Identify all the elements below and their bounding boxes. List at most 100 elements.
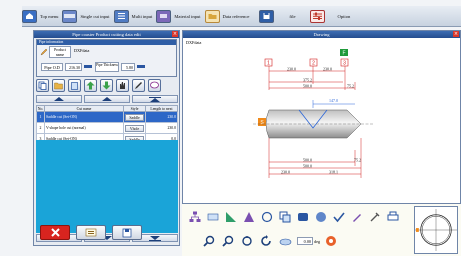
- close-icon[interactable]: ×: [453, 31, 459, 37]
- triangle-up-icon: [54, 97, 64, 101]
- close-icon[interactable]: ×: [172, 31, 178, 37]
- app-window: Top menu Single cut input Multi input Ma…: [0, 0, 461, 256]
- print-button[interactable]: [386, 210, 400, 224]
- table-row[interactable]: 2 V-shape hole cut (normal) Vhole 230.0: [36, 122, 178, 134]
- check-button[interactable]: [332, 210, 346, 224]
- rotate-ccw-icon: [261, 235, 271, 246]
- comment-button[interactable]: [148, 79, 161, 92]
- triangle-bottom-icon: [149, 235, 161, 241]
- cloud-icon: [279, 238, 291, 246]
- home-icon: [22, 9, 37, 23]
- panel-title-bar: Pipe coaster Product cutting data edit ×: [34, 31, 179, 38]
- triangle-ruler-icon: [226, 212, 236, 222]
- open-folder-button[interactable]: [52, 79, 65, 92]
- save-button[interactable]: [112, 225, 142, 240]
- move-up-button[interactable]: [84, 79, 97, 92]
- product-name-value[interactable]: DXFdata: [74, 48, 89, 53]
- dim-row2-a: 375.2: [303, 78, 312, 83]
- copy-view-button[interactable]: [278, 210, 292, 224]
- cut-marker-2[interactable]: 2: [309, 58, 318, 67]
- page-up-button[interactable]: [84, 95, 130, 103]
- hierarchy-button[interactable]: [188, 210, 202, 224]
- cross-section-preview[interactable]: [414, 206, 458, 254]
- dim-bot-row3-b: 318.1: [329, 170, 338, 175]
- insert-button[interactable]: [116, 79, 129, 92]
- pipe-od-stepper[interactable]: [84, 65, 92, 68]
- menu-item-label: Material input: [174, 13, 201, 19]
- cut-view-button[interactable]: [224, 210, 238, 224]
- drawing-title-bar: Drawing ×: [183, 31, 460, 38]
- style-button[interactable]: Vhole: [125, 124, 144, 132]
- paint-button[interactable]: [350, 210, 364, 224]
- zoom-in-button[interactable]: [202, 234, 216, 248]
- s-badge: S: [258, 118, 266, 126]
- fit-view-button[interactable]: [240, 234, 254, 248]
- menu-item-material-input[interactable]: Material input: [156, 8, 201, 25]
- cut-marker-1[interactable]: 1: [264, 58, 273, 67]
- cutting-data-button[interactable]: [76, 225, 106, 240]
- circle-view-button[interactable]: [314, 210, 328, 224]
- view-angle-button[interactable]: [278, 234, 292, 248]
- angle-input[interactable]: 0.00: [297, 237, 313, 245]
- x-icon: [50, 228, 60, 237]
- top-menu-bar: Top menu Single cut input Multi input Ma…: [22, 6, 461, 27]
- rotate-view-button[interactable]: [259, 234, 273, 248]
- dim-row2-end: 75.2: [347, 84, 354, 89]
- edit-toolbar: [36, 79, 164, 93]
- delete-button[interactable]: [40, 225, 70, 240]
- move-down-button[interactable]: [100, 79, 113, 92]
- paste-button[interactable]: [68, 79, 81, 92]
- table-empty-area[interactable]: [36, 140, 178, 233]
- save-icon: [259, 9, 275, 23]
- dim-bot-row1: 500.0: [303, 158, 312, 163]
- shape-button[interactable]: [242, 210, 256, 224]
- menu-item-label: Option: [337, 13, 351, 19]
- edit-button[interactable]: [132, 79, 145, 92]
- pipe-view-icon: [207, 213, 219, 221]
- svg-text:3: 3: [343, 61, 346, 67]
- zoom-out-button[interactable]: [221, 234, 235, 248]
- folder-icon: [204, 9, 220, 23]
- arrow-down-icon: [102, 81, 111, 90]
- pipe-od-field[interactable]: 216.30: [65, 63, 82, 71]
- menu-item-data-reference[interactable]: Data reference: [204, 8, 250, 25]
- view-toolbar: 0.00 deg: [182, 204, 461, 256]
- layer-button[interactable]: [296, 210, 310, 224]
- svg-text:1: 1: [267, 61, 270, 67]
- zoom-in-icon: [203, 235, 215, 247]
- dim-top-b: 230.0: [323, 67, 332, 72]
- scroll-up-button[interactable]: [36, 95, 82, 103]
- menu-item-label: Data reference: [222, 13, 250, 19]
- menu-item-top-menu[interactable]: Top menu: [22, 8, 58, 25]
- pipe-thickness-stepper[interactable]: [137, 65, 145, 68]
- table-row[interactable]: 1 Saddle cut (Set-ON) Saddle 230.0: [36, 111, 178, 123]
- menu-item-option[interactable]: Option: [309, 8, 351, 25]
- menu-item-multi-input[interactable]: Multi input: [113, 8, 152, 25]
- dim-bot-row1-end: 75.2: [354, 158, 361, 163]
- pen-icon: [135, 82, 142, 89]
- dim-top-a: 230.0: [287, 67, 296, 72]
- view-tools: [188, 210, 404, 224]
- pencil-icon: [40, 48, 48, 56]
- pipe-drawing-canvas[interactable]: 1 2 3 F S 230.0 230.0 375.2 500.0 75.2 1…: [183, 38, 460, 203]
- menu-item-single-cut-input[interactable]: Single cut input: [62, 8, 110, 25]
- row-no: 1: [36, 111, 45, 123]
- dim-row2-b: 500.0: [303, 84, 312, 89]
- menu-item-label: file: [289, 13, 296, 19]
- pipe-thickness-field[interactable]: 5.80: [121, 63, 135, 71]
- printer-icon: [387, 211, 399, 221]
- scroll-top-button[interactable]: [132, 95, 178, 103]
- menu-item-file[interactable]: file: [259, 8, 296, 25]
- rotate-icon: [261, 211, 273, 223]
- pipe-view-button[interactable]: [206, 210, 220, 224]
- cut-marker-3[interactable]: 3: [340, 58, 349, 67]
- paste-icon: [71, 82, 78, 90]
- apply-angle-button[interactable]: [324, 234, 338, 248]
- document-icon: [85, 228, 97, 237]
- list-icon: [113, 9, 129, 23]
- product-name-label: Product name: [49, 46, 71, 58]
- copy-button[interactable]: [36, 79, 49, 92]
- style-button[interactable]: Saddle: [125, 113, 144, 121]
- tools-button[interactable]: [368, 210, 382, 224]
- rotate-button[interactable]: [260, 210, 274, 224]
